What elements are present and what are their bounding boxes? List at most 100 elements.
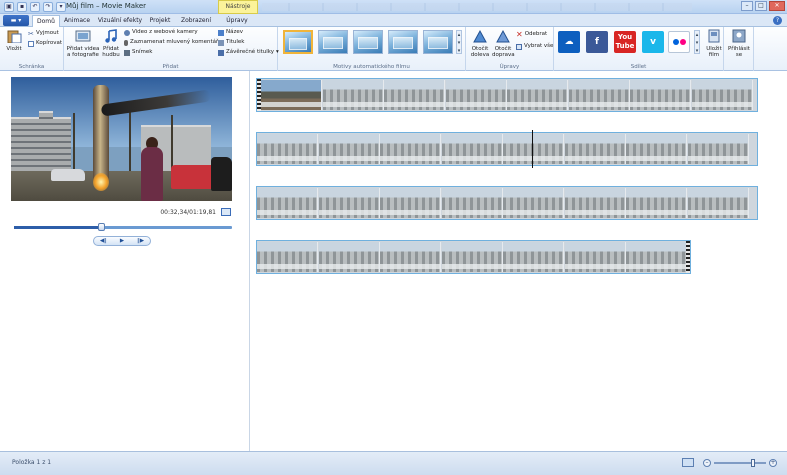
facebook-icon[interactable]: f <box>586 31 608 53</box>
cut-button[interactable]: ✂ Vyjmout <box>28 30 59 37</box>
flickr-icon[interactable] <box>668 31 690 53</box>
add-music-button[interactable]: Přidat hudbu <box>100 29 122 58</box>
cut-label: Vyjmout <box>36 30 59 36</box>
storyboard-strip[interactable] <box>256 132 758 166</box>
video-tree <box>73 113 75 173</box>
storyboard-frame <box>384 80 445 110</box>
microphone-icon <box>124 39 128 46</box>
theme-thumbnail[interactable] <box>388 30 418 54</box>
redo-icon[interactable]: ↷ <box>43 2 53 12</box>
remove-button[interactable]: ✕ Odebrat <box>516 30 547 39</box>
help-icon[interactable]: ? <box>773 16 782 25</box>
gallery-scroll-buttons[interactable]: ▴ ▾ ▾ <box>456 30 462 54</box>
storyboard[interactable] <box>251 71 787 451</box>
theme-thumbnail[interactable] <box>423 30 453 54</box>
theme-thumbnail[interactable] <box>318 30 348 54</box>
tab-view[interactable]: Zobrazení <box>178 15 214 27</box>
storyboard-frame <box>503 134 564 164</box>
qat-dropdown-icon[interactable]: ▾ <box>56 2 66 12</box>
theme-thumbnail[interactable] <box>283 30 313 54</box>
storyboard-frame <box>626 188 687 218</box>
group-clipboard: Vložit ✂ Vyjmout Kopírovat Schránka <box>0 27 64 71</box>
zoom-slider-thumb[interactable] <box>751 458 755 467</box>
file-menu-button[interactable]: ▬ ▾ <box>3 15 29 26</box>
storyboard-strip[interactable] <box>256 186 758 220</box>
group-share: ☁ f You Tube v ▴ ▾ ▾ Uložit film Sdílet <box>554 27 724 71</box>
next-frame-button[interactable]: ‖▶ <box>134 238 148 244</box>
select-all-label: Vybrat vše <box>524 43 554 49</box>
storyboard-frame <box>380 242 441 272</box>
video-preview[interactable] <box>11 77 232 201</box>
tab-edit[interactable]: Úpravy <box>220 15 254 27</box>
ribbon-tabs: ▬ ▾ Domů Animace Vizuální efekty Projekt… <box>0 14 787 27</box>
storyboard-frame <box>564 188 626 218</box>
zoom-slider[interactable] <box>714 458 766 467</box>
youtube-icon[interactable]: You Tube <box>614 31 636 53</box>
rotate-right-button[interactable]: Otočit doprava <box>492 29 515 58</box>
cloud-icon[interactable]: ☁ <box>558 31 580 53</box>
storyboard-playhead[interactable] <box>532 130 534 168</box>
storyboard-frame <box>261 80 322 110</box>
rotate-right-label: Otočit doprava <box>492 46 515 58</box>
vimeo-icon[interactable]: v <box>642 31 664 53</box>
paste-label: Vložit <box>6 46 22 52</box>
select-all-button[interactable]: Vybrat vše <box>516 43 553 50</box>
undo-icon[interactable]: ↶ <box>30 2 40 12</box>
webcam-video-button[interactable]: Video z webové kamery <box>124 29 198 36</box>
paste-button[interactable]: Vložit <box>4 29 24 52</box>
close-button[interactable]: ✕ <box>769 1 785 11</box>
storyboard-frame <box>322 80 384 110</box>
storyboard-frame <box>380 188 441 218</box>
snapshot-button[interactable]: Snímek <box>124 49 152 56</box>
music-note-icon <box>105 29 117 43</box>
save-movie-button[interactable]: Uložit film <box>703 29 725 58</box>
close-icon: ✕ <box>516 30 523 39</box>
fullscreen-icon[interactable] <box>221 208 231 216</box>
play-button[interactable]: ▶ <box>115 238 129 244</box>
record-narration-button[interactable]: Zaznamenat mluvený komentář ▾ <box>124 39 223 46</box>
maximize-button[interactable]: □ <box>755 1 767 11</box>
zoom-out-button[interactable]: – <box>703 458 711 467</box>
video-flame <box>93 173 109 191</box>
video-tree <box>171 115 173 171</box>
storyboard-frame <box>630 80 691 110</box>
sign-in-button[interactable]: Přihlásit se <box>727 29 751 58</box>
credits-button[interactable]: Závěrečné titulky ▾ <box>218 49 279 56</box>
save-movie-icon <box>708 29 720 43</box>
storyboard-frame <box>318 242 380 272</box>
storyboard-frame <box>503 242 564 272</box>
tab-animations[interactable]: Animace <box>62 15 92 27</box>
tab-visual-effects[interactable]: Vizuální efekty <box>96 15 144 27</box>
seek-thumb[interactable] <box>98 223 106 231</box>
video-car <box>51 169 85 181</box>
thumbnail-size-icon[interactable] <box>682 458 694 467</box>
quick-access-toolbar: ▣ ▪ ↶ ↷ ▾ <box>4 2 66 12</box>
storyboard-strip[interactable] <box>256 78 758 112</box>
add-videos-photos-button[interactable]: Přidat videa a fotografie <box>66 29 100 58</box>
zoom-in-button[interactable]: + <box>769 458 777 467</box>
seek-bar[interactable] <box>14 226 232 229</box>
storyboard-frame <box>503 188 564 218</box>
caption-button[interactable]: Titulek <box>218 39 244 46</box>
save-movie-label: Uložit film <box>706 46 722 58</box>
storyboard-frame <box>257 188 318 218</box>
tab-home[interactable]: Domů <box>32 15 60 27</box>
share-scroll-buttons[interactable]: ▴ ▾ ▾ <box>694 30 700 54</box>
rotate-left-button[interactable]: Otočit doleva <box>469 29 491 58</box>
minimize-button[interactable]: – <box>741 1 753 11</box>
theme-thumbnail[interactable] <box>353 30 383 54</box>
storyboard-strip[interactable] <box>256 240 691 274</box>
storyboard-frame <box>441 134 503 164</box>
save-icon[interactable]: ▪ <box>17 2 27 12</box>
tab-project[interactable]: Projekt <box>146 15 174 27</box>
credits-label: Závěrečné titulky <box>226 49 275 55</box>
previous-frame-button[interactable]: ◀‖ <box>96 238 110 244</box>
title-bar-background <box>262 3 692 11</box>
group-auto-movie-themes: ▴ ▾ ▾ Motivy automatického filmu <box>278 27 466 71</box>
credits-icon <box>218 49 224 56</box>
app-icon[interactable]: ▣ <box>4 2 14 12</box>
title-button[interactable]: Název <box>218 29 243 36</box>
ribbon: Vložit ✂ Vyjmout Kopírovat Schránka Přid… <box>0 27 787 71</box>
group-label-add: Přidat <box>162 64 179 70</box>
copy-button[interactable]: Kopírovat <box>28 40 62 47</box>
